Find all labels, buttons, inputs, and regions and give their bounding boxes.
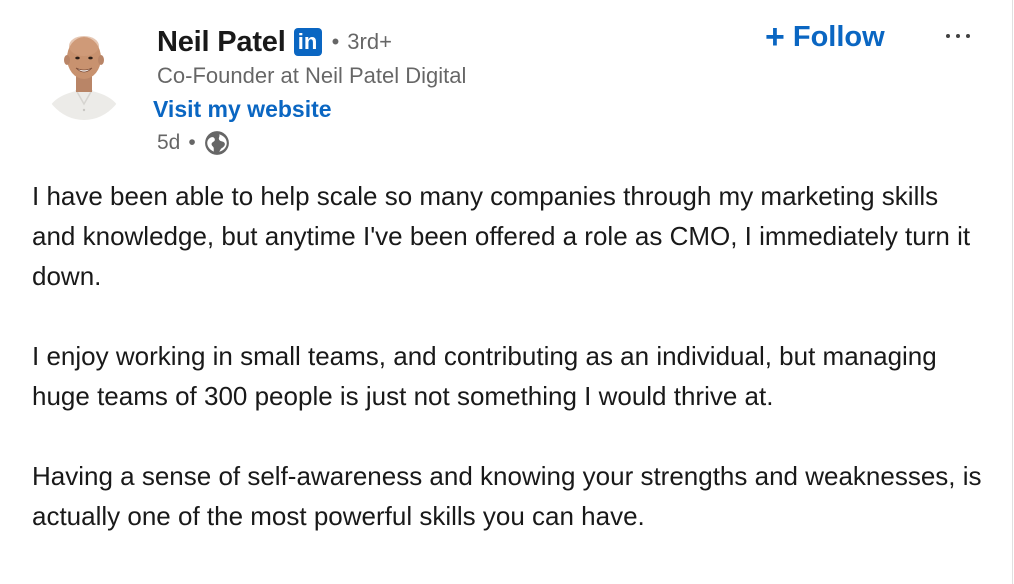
author-name-row: Neil Patel in • 3rd+ xyxy=(157,22,392,62)
post-meta: 5d • xyxy=(157,130,230,156)
post-paragraph: I enjoy working in small teams, and cont… xyxy=(32,341,937,411)
author-name[interactable]: Neil Patel xyxy=(157,26,286,59)
ellipsis-icon xyxy=(946,34,950,38)
linkedin-premium-icon: in xyxy=(293,28,322,56)
more-options-button[interactable] xyxy=(936,20,980,52)
follow-button[interactable]: + Follow xyxy=(765,18,885,56)
follow-label: Follow xyxy=(792,20,885,53)
ellipsis-icon-dot xyxy=(966,34,970,38)
author-avatar[interactable] xyxy=(40,20,128,120)
post-paragraph: Having a sense of self-awareness and kno… xyxy=(32,461,982,531)
visit-website-link[interactable]: Visit my website xyxy=(153,96,332,123)
feed-post-card: Neil Patel in • 3rd+ Co-Founder at Neil … xyxy=(0,0,1013,584)
post-text: I have been able to help scale so many c… xyxy=(32,176,982,576)
plus-icon: + xyxy=(765,18,785,56)
ellipsis-icon-dot xyxy=(956,34,960,38)
separator-dot: • xyxy=(331,29,340,54)
author-headline: Co-Founder at Neil Patel Digital xyxy=(157,63,467,88)
connection-degree: 3rd+ xyxy=(347,29,392,54)
globe-icon xyxy=(204,131,229,155)
author-photo xyxy=(40,20,128,120)
post-paragraph: I have been able to help scale so many c… xyxy=(32,181,971,291)
post-time: 5d xyxy=(157,131,181,154)
separator-dot: • xyxy=(188,131,196,154)
